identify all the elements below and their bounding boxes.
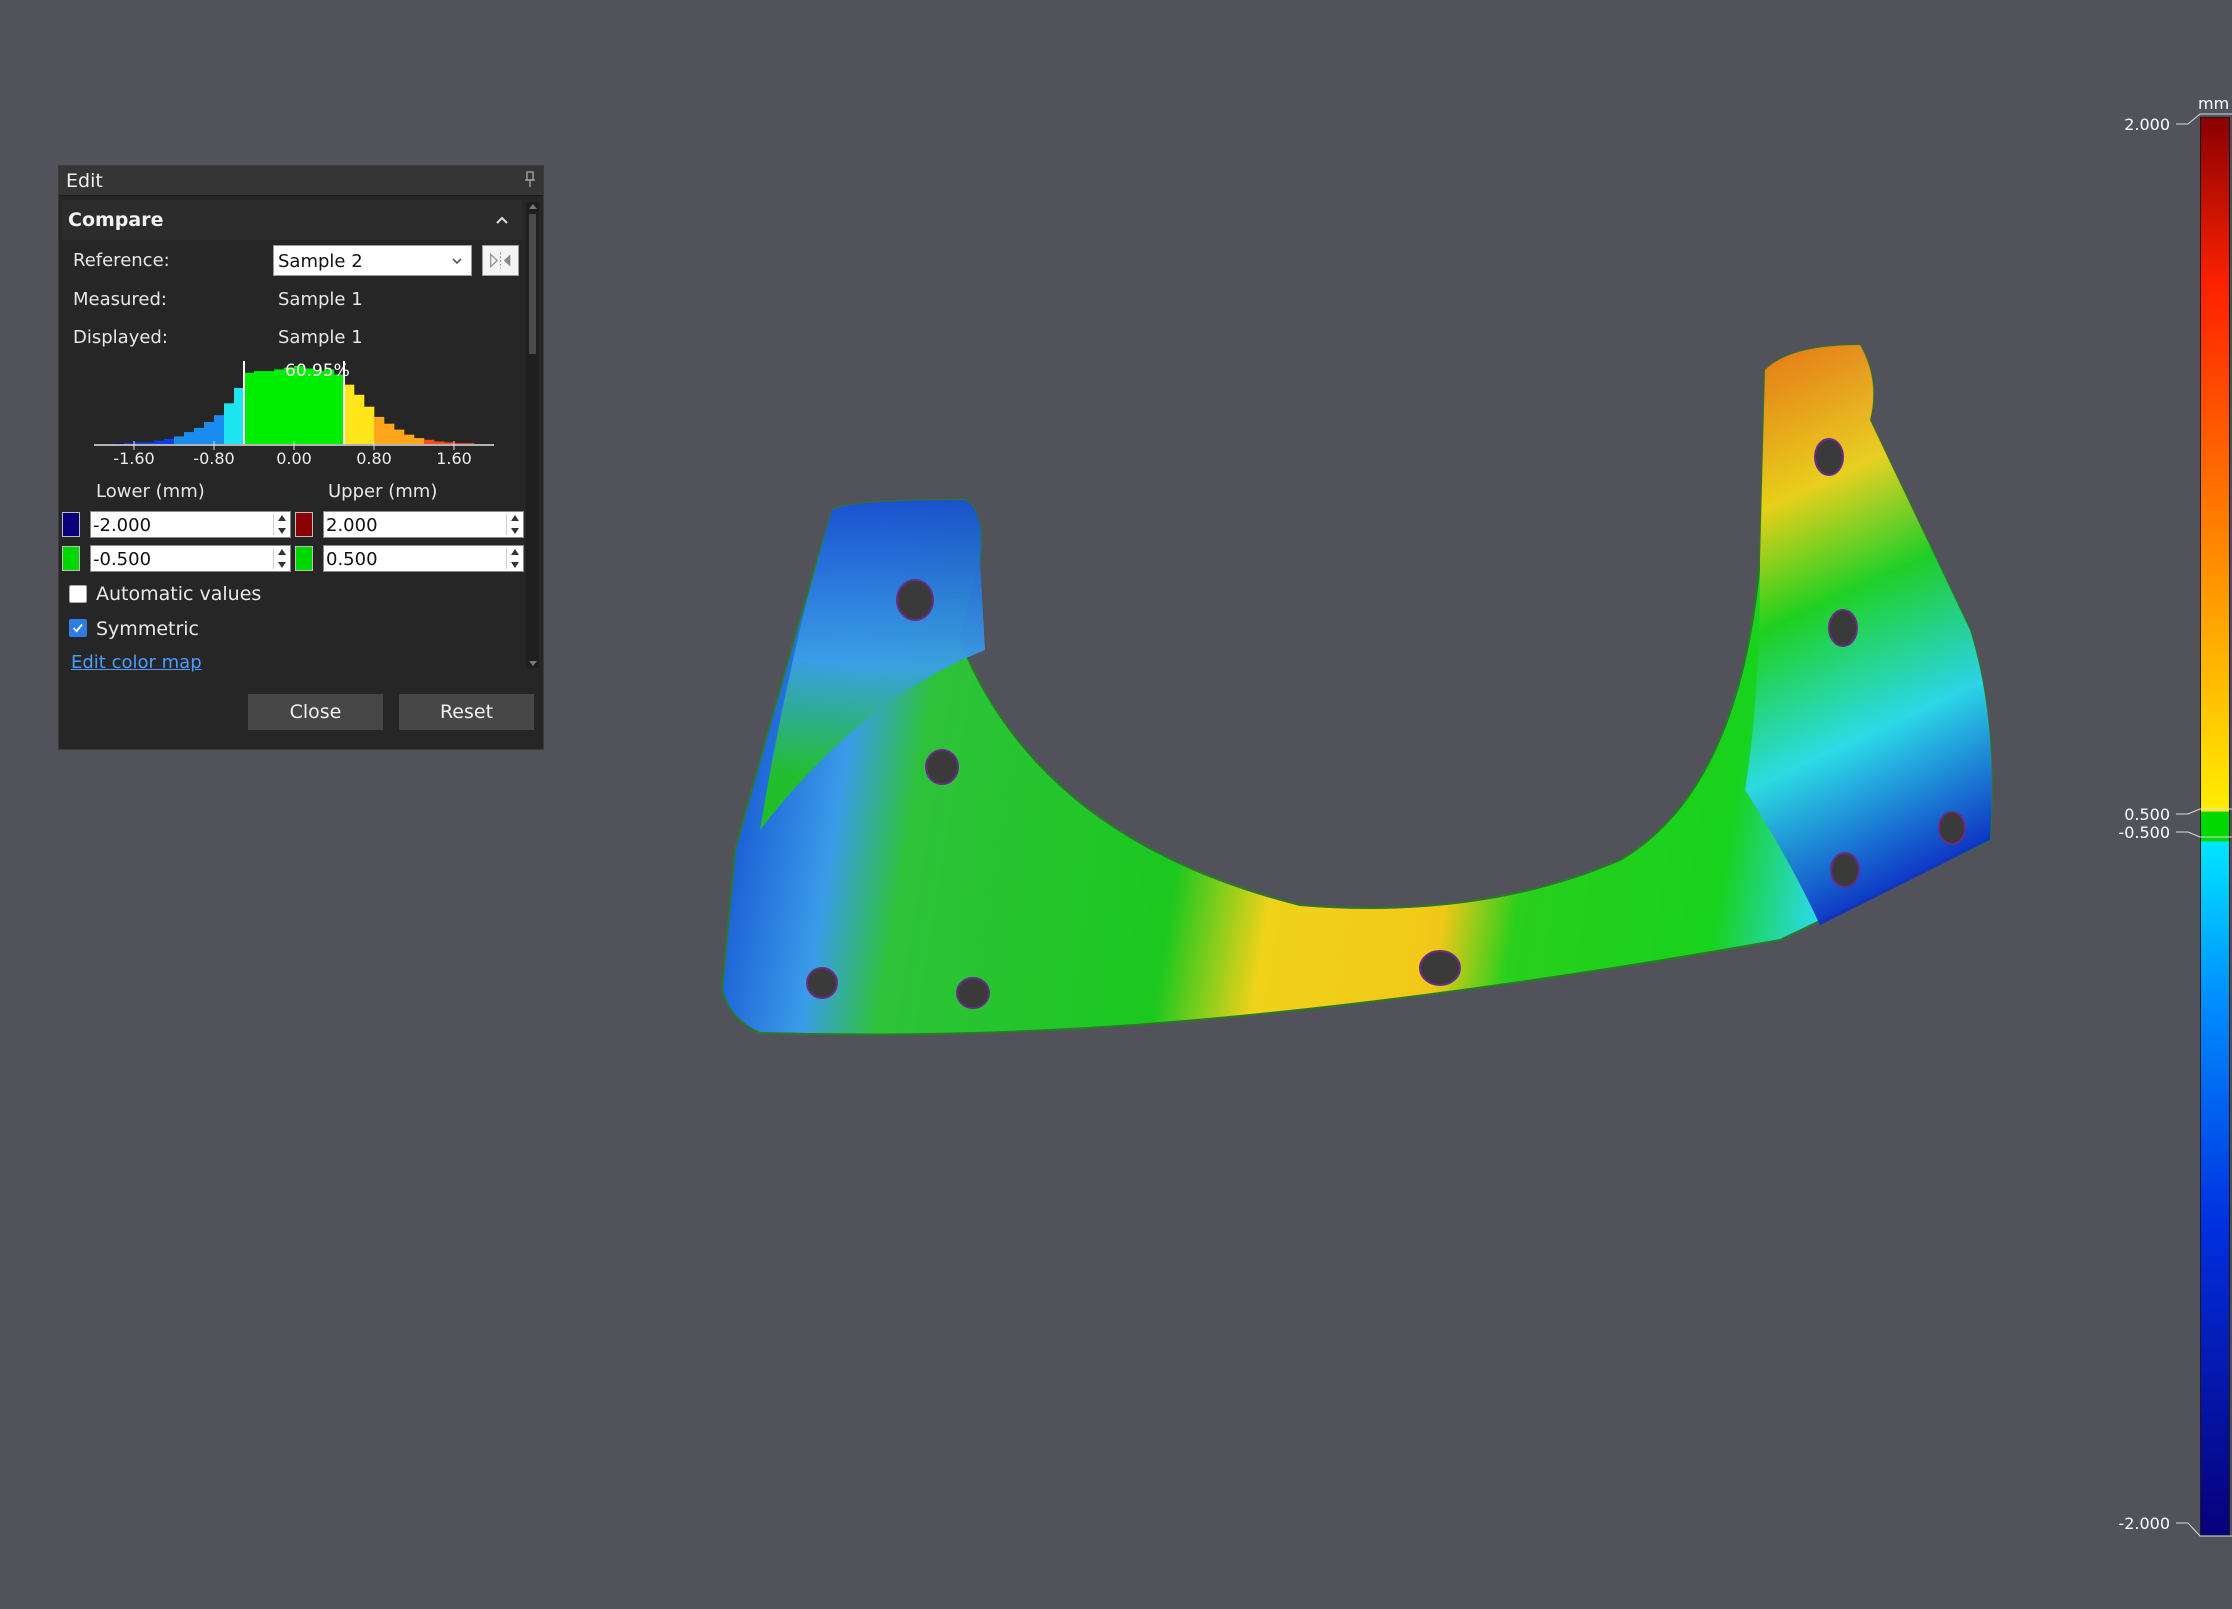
histogram-percent-label: 60.95% (285, 361, 350, 381)
panel-scrollbar[interactable] (526, 202, 539, 668)
symmetric-label: Symmetric (96, 618, 199, 640)
histogram-bar (364, 406, 375, 444)
upper-inner-value: 0.500 (326, 549, 378, 570)
checkmark-icon (72, 623, 83, 633)
panel-title: Edit (66, 170, 103, 192)
histogram-bar (344, 384, 355, 444)
scroll-thumb[interactable] (529, 214, 536, 354)
automatic-values-checkbox[interactable] (69, 585, 87, 603)
symmetric-checkbox[interactable] (69, 619, 87, 637)
histogram-x-tick-label: 0.00 (276, 449, 312, 466)
scale-upper-tol-label: 0.500 (2124, 805, 2170, 824)
lower-outer-value: -2.000 (93, 515, 152, 536)
histogram-bar (434, 441, 445, 444)
upper-outer-color-swatch[interactable] (295, 512, 313, 537)
histogram-bar (394, 429, 405, 444)
histogram-bar (184, 432, 195, 444)
histogram-bar (424, 439, 435, 444)
reference-select[interactable]: Sample 2 (273, 245, 472, 276)
histogram-x-tick-label: -1.60 (113, 449, 154, 466)
edit-panel: Edit Compare Reference: Sample 2 Measure… (58, 165, 544, 750)
swap-reference-button[interactable] (482, 245, 519, 276)
histogram-bar (114, 443, 125, 444)
spin-up-icon[interactable] (511, 515, 519, 521)
lower-column-header: Lower (mm) (96, 481, 205, 502)
scroll-up-arrow-icon[interactable] (529, 204, 537, 209)
pin-icon[interactable] (523, 171, 537, 189)
histogram-bar (244, 372, 255, 444)
histogram-bar (414, 438, 425, 444)
lower-inner-value: -0.500 (93, 549, 152, 570)
lower-outer-color-swatch[interactable] (62, 512, 80, 537)
histogram-bar (144, 442, 155, 444)
upper-outer-value: 2.000 (326, 515, 378, 536)
lower-inner-color-swatch[interactable] (62, 546, 80, 571)
chevron-up-icon[interactable] (494, 212, 510, 228)
reset-button[interactable]: Reset (399, 694, 534, 730)
spin-up-icon[interactable] (511, 549, 519, 555)
histogram-bar (274, 369, 285, 444)
reference-label: Reference: (73, 250, 170, 271)
close-button[interactable]: Close (248, 694, 383, 730)
spin-up-icon[interactable] (278, 515, 286, 521)
histogram-bar (224, 403, 235, 444)
upper-outer-spinbox[interactable]: 2.000 (323, 511, 524, 538)
upper-inner-spinbox[interactable]: 0.500 (323, 545, 524, 572)
histogram-bar (354, 394, 365, 444)
spin-down-icon[interactable] (278, 562, 286, 568)
histogram-bar (464, 443, 475, 444)
displayed-value: Sample 1 (278, 327, 363, 348)
spin-down-icon[interactable] (278, 528, 286, 534)
histogram-bar (174, 436, 185, 444)
histogram-bar (124, 443, 135, 444)
histogram-bar (154, 440, 165, 444)
histogram-x-tick-label: -0.80 (193, 449, 234, 466)
lower-inner-spinbox[interactable]: -0.500 (90, 545, 291, 572)
edit-color-map-link[interactable]: Edit color map (71, 652, 202, 673)
histogram-bar (214, 415, 225, 444)
scale-unit-label: mm (2198, 94, 2230, 113)
panel-titlebar[interactable]: Edit (59, 166, 543, 196)
histogram-bar (334, 374, 345, 444)
section-title: Compare (68, 209, 164, 231)
lower-outer-spinbox[interactable]: -2.000 (90, 511, 291, 538)
histogram-bar (384, 423, 395, 444)
reference-select-value: Sample 2 (278, 251, 363, 272)
scale-lower-tol-label: -0.500 (2118, 823, 2170, 842)
histogram-bar (314, 371, 325, 444)
spin-down-icon[interactable] (511, 528, 519, 534)
histogram-bar (194, 427, 205, 444)
measured-value: Sample 1 (278, 289, 363, 310)
upper-column-header: Upper (mm) (328, 481, 438, 502)
histogram-bar (204, 422, 215, 444)
spin-down-icon[interactable] (511, 562, 519, 568)
histogram-bar (404, 434, 415, 444)
histogram-bar (374, 416, 385, 444)
scale-max-label: 2.000 (2124, 115, 2170, 134)
chevron-down-icon (452, 258, 462, 265)
displayed-label: Displayed: (73, 327, 168, 348)
histogram-bar (254, 371, 265, 444)
histogram-x-tick-label: 0.80 (356, 449, 392, 466)
scale-tick-marks (2176, 113, 2232, 1537)
histogram-bar (264, 371, 275, 444)
spin-up-icon[interactable] (278, 549, 286, 555)
automatic-values-label: Automatic values (96, 583, 262, 605)
histogram-bar (234, 388, 245, 444)
swap-icon (489, 252, 511, 269)
histogram-bar (454, 443, 465, 444)
histogram-bar (444, 442, 455, 444)
compare-section-header[interactable]: Compare (62, 200, 522, 240)
measured-label: Measured: (73, 289, 167, 310)
histogram-bar (164, 438, 175, 444)
scroll-down-arrow-icon[interactable] (529, 661, 537, 666)
upper-inner-color-swatch[interactable] (295, 546, 313, 571)
histogram-bar (134, 442, 145, 444)
histogram-x-tick-label: 1.60 (436, 449, 472, 466)
scale-min-label: -2.000 (2118, 1514, 2170, 1533)
